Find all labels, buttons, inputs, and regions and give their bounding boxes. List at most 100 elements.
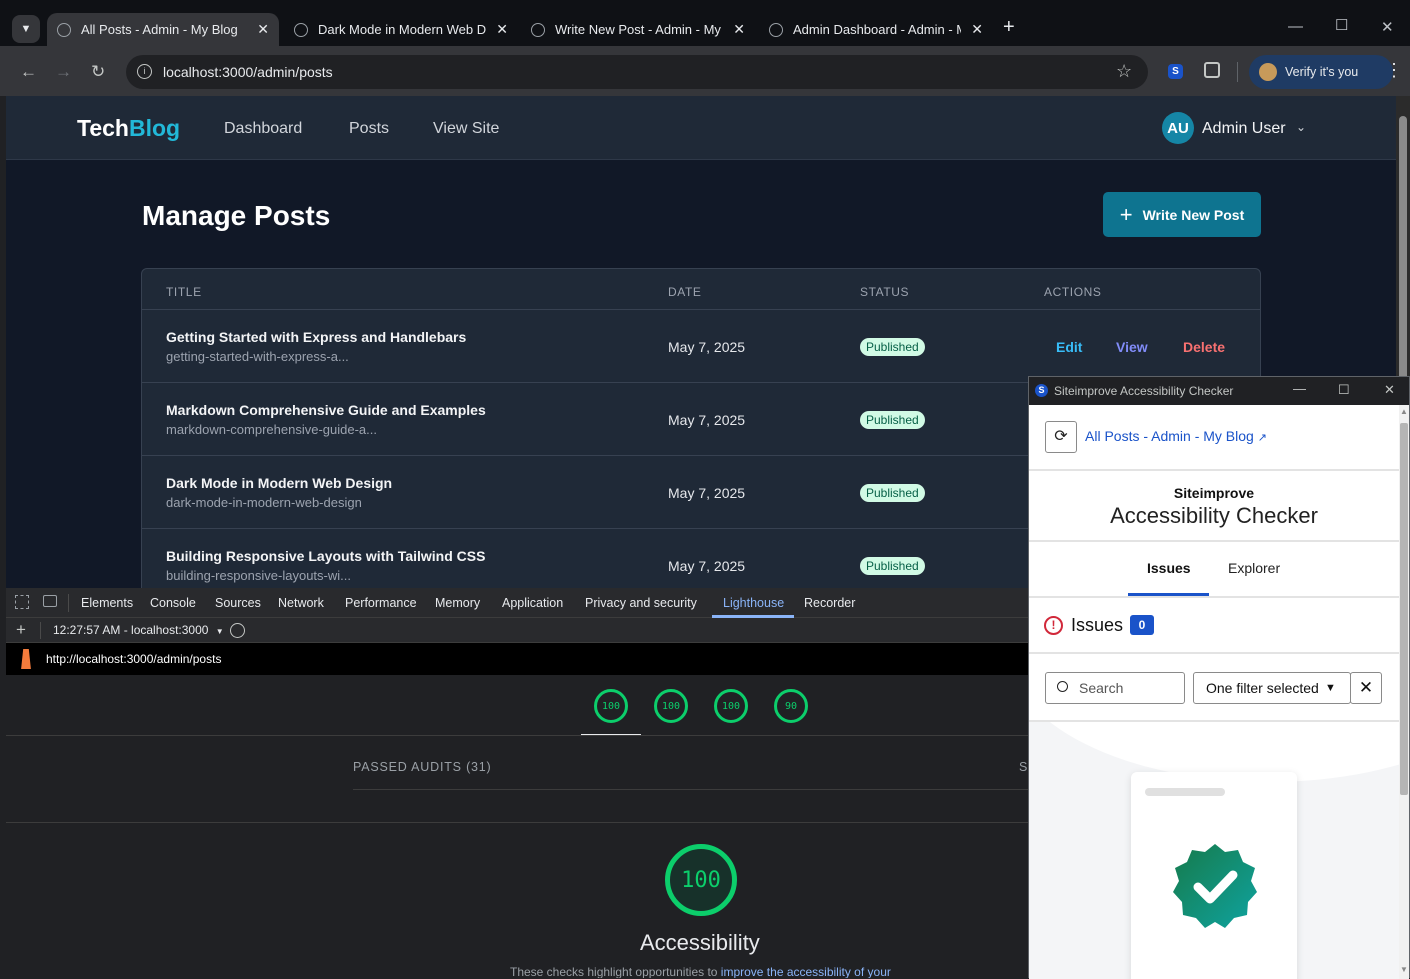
toolbar-divider bbox=[1237, 62, 1238, 82]
devtools-panel: Elements Console Sources Network Perform… bbox=[6, 588, 1028, 978]
reload-icon[interactable]: ↻ bbox=[91, 62, 105, 82]
nav-dashboard[interactable]: Dashboard bbox=[224, 120, 302, 138]
divider bbox=[1029, 596, 1399, 598]
scroll-down-arrow-icon[interactable]: ▼ bbox=[1400, 965, 1408, 974]
tab-search-button[interactable]: ▼ bbox=[12, 15, 40, 43]
category-title: Accessibility bbox=[640, 930, 760, 955]
view-link[interactable]: View bbox=[1116, 339, 1148, 355]
tab-write-new-post[interactable]: Write New Post - Admin - My Blog ✕ bbox=[521, 13, 755, 46]
window-close-button[interactable]: ✕ bbox=[1384, 382, 1395, 398]
clear-filter-button[interactable]: ✕ bbox=[1350, 672, 1382, 704]
tab-dark-mode[interactable]: Dark Mode in Modern Web Design - My Blog… bbox=[284, 13, 518, 46]
column-status: STATUS bbox=[860, 285, 910, 299]
scroll-up-arrow-icon[interactable]: ▲ bbox=[1400, 407, 1408, 416]
nav-posts[interactable]: Posts bbox=[349, 120, 389, 138]
devtools-tab-application[interactable]: Application bbox=[502, 596, 563, 610]
filter-dropdown[interactable]: One filter selected ▼ bbox=[1193, 672, 1351, 704]
search-input[interactable]: Search bbox=[1045, 672, 1185, 704]
score-gauge-performance[interactable]: 100 bbox=[594, 689, 628, 723]
close-icon[interactable]: ✕ bbox=[257, 21, 269, 38]
close-icon[interactable]: ✕ bbox=[733, 21, 745, 38]
page-link[interactable]: All Posts - Admin - My Blog ↗ bbox=[1085, 428, 1267, 444]
devtools-tab-console[interactable]: Console bbox=[150, 596, 196, 610]
tab-all-posts[interactable]: All Posts - Admin - My Blog ✕ bbox=[47, 13, 279, 46]
lighthouse-logo-icon bbox=[21, 649, 31, 669]
divider bbox=[1029, 540, 1399, 542]
siteimprove-extension-icon[interactable]: S bbox=[1168, 64, 1183, 79]
delete-link[interactable]: Delete bbox=[1183, 339, 1225, 355]
devtools-tab-recorder[interactable]: Recorder bbox=[804, 596, 855, 610]
empty-state-background bbox=[1029, 722, 1399, 979]
verify-profile-button[interactable]: Verify it's you bbox=[1249, 55, 1393, 89]
post-title[interactable]: Getting Started with Express and Handleb… bbox=[166, 329, 466, 345]
issues-count-badge: 0 bbox=[1130, 615, 1154, 635]
description-link[interactable]: improve the accessibility of your bbox=[721, 965, 891, 978]
close-icon: ✕ bbox=[1358, 678, 1374, 697]
refresh-button[interactable]: ⟳ bbox=[1045, 421, 1077, 453]
tab-label: Write New Post - Admin - My Blog bbox=[555, 22, 723, 37]
chevron-down-icon[interactable]: ⌄ bbox=[1296, 120, 1306, 134]
post-title[interactable]: Building Responsive Layouts with Tailwin… bbox=[166, 548, 485, 564]
score-gauge-accessibility[interactable]: 100 bbox=[654, 689, 688, 723]
column-date: DATE bbox=[668, 285, 702, 299]
report-select[interactable]: 12:27:57 AM - localhost:3000 ▼ bbox=[53, 623, 224, 637]
clear-icon[interactable] bbox=[230, 623, 245, 638]
extensions-puzzle-icon[interactable] bbox=[1204, 62, 1220, 78]
devtools-tab-sources[interactable]: Sources bbox=[215, 596, 261, 610]
dropdown-arrow-icon: ▼ bbox=[215, 627, 224, 636]
close-icon[interactable]: ✕ bbox=[971, 21, 983, 38]
maximize-button[interactable]: ☐ bbox=[1338, 382, 1350, 398]
devtools-tab-elements[interactable]: Elements bbox=[81, 596, 133, 610]
forward-arrow-icon[interactable]: → bbox=[55, 62, 72, 82]
refresh-icon: ⟳ bbox=[1054, 428, 1068, 445]
device-toolbar-icon[interactable] bbox=[43, 595, 57, 607]
logo-tech: Tech bbox=[77, 115, 129, 141]
category-description: These checks highlight opportunities to … bbox=[510, 965, 891, 978]
window-close-button[interactable]: ✕ bbox=[1381, 18, 1394, 36]
post-title[interactable]: Markdown Comprehensive Guide and Example… bbox=[166, 402, 486, 418]
more-menu-icon[interactable]: ⋮ bbox=[1385, 60, 1403, 81]
scrollbar-thumb[interactable] bbox=[1399, 116, 1407, 386]
plus-icon[interactable]: + bbox=[16, 620, 26, 640]
scrollbar-thumb[interactable] bbox=[1400, 423, 1408, 795]
post-date: May 7, 2025 bbox=[668, 339, 746, 355]
edit-link[interactable]: Edit bbox=[1056, 339, 1082, 355]
tab-explorer[interactable]: Explorer bbox=[1228, 560, 1280, 576]
score-gauge-best-practices[interactable]: 100 bbox=[714, 689, 748, 723]
address-bar[interactable]: i localhost:3000/admin/posts ☆ bbox=[126, 55, 1148, 89]
maximize-button[interactable]: ☐ bbox=[1335, 16, 1348, 34]
tab-issues[interactable]: Issues bbox=[1147, 560, 1191, 576]
devtools-tab-network[interactable]: Network bbox=[278, 596, 324, 610]
site-info-icon[interactable]: i bbox=[137, 64, 152, 79]
tab-admin-dashboard[interactable]: Admin Dashboard - Admin - My Blog ✕ bbox=[759, 13, 993, 46]
devtools-tab-performance[interactable]: Performance bbox=[345, 596, 417, 610]
user-name[interactable]: Admin User bbox=[1202, 120, 1286, 138]
bookmark-star-icon[interactable]: ☆ bbox=[1116, 61, 1132, 82]
post-title[interactable]: Dark Mode in Modern Web Design bbox=[166, 475, 392, 491]
inspect-element-icon[interactable] bbox=[15, 595, 29, 609]
avatar[interactable]: AU bbox=[1162, 112, 1194, 144]
minimize-button[interactable]: — bbox=[1293, 381, 1306, 396]
minimize-button[interactable]: — bbox=[1288, 18, 1303, 35]
score-gauge-seo[interactable]: 90 bbox=[774, 689, 808, 723]
url-text[interactable]: localhost:3000/admin/posts bbox=[163, 64, 333, 80]
back-arrow-icon[interactable]: ← bbox=[20, 62, 37, 82]
devtools-tab-privacy[interactable]: Privacy and security bbox=[585, 596, 697, 610]
verify-label: Verify it's you bbox=[1285, 65, 1359, 79]
report-url[interactable]: http://localhost:3000/admin/posts bbox=[46, 652, 221, 666]
close-icon[interactable]: ✕ bbox=[496, 21, 508, 38]
devtools-tab-lighthouse[interactable]: Lighthouse bbox=[723, 596, 784, 610]
passed-audits-heading[interactable]: PASSED AUDITS (31) bbox=[353, 760, 492, 774]
new-tab-button[interactable]: + bbox=[1003, 17, 1015, 37]
nav-view-site[interactable]: View Site bbox=[433, 120, 499, 138]
devtools-tab-memory[interactable]: Memory bbox=[435, 596, 480, 610]
globe-icon bbox=[57, 22, 71, 37]
toolbar-divider bbox=[68, 594, 69, 612]
siteimprove-scrollbar[interactable]: ▲ ▼ bbox=[1399, 405, 1409, 979]
divider bbox=[1029, 652, 1399, 654]
product-name: Accessibility Checker bbox=[1110, 503, 1318, 528]
site-logo[interactable]: TechBlog bbox=[77, 115, 180, 142]
report-select-value: 12:27:57 AM - localhost:3000 bbox=[53, 623, 209, 637]
divider bbox=[353, 789, 1028, 790]
write-new-post-button[interactable]: + Write New Post bbox=[1103, 192, 1261, 237]
